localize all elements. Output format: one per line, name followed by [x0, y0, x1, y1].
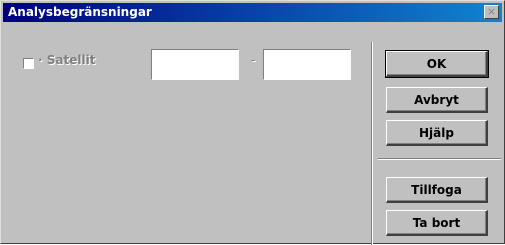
add-button[interactable]: Tillfoga: [386, 177, 488, 203]
range-to-field[interactable]: [263, 49, 351, 80]
ok-button[interactable]: OK: [385, 50, 489, 78]
remove-button[interactable]: Ta bort: [386, 210, 488, 236]
range-from-field[interactable]: [151, 49, 239, 80]
cancel-button[interactable]: Avbryt: [386, 87, 488, 113]
satellit-checkbox[interactable]: [23, 58, 34, 69]
vertical-divider-highlight: [372, 42, 373, 245]
dialog-window: Analysbegränsningar × · Satellit - OK Av…: [0, 0, 505, 245]
help-button[interactable]: Hjälp: [386, 120, 488, 146]
button-group-divider-highlight: [378, 159, 501, 160]
title-bar[interactable]: Analysbegränsningar ×: [3, 3, 502, 22]
satellit-label: · Satellit: [38, 53, 96, 67]
close-icon[interactable]: ×: [484, 5, 499, 19]
range-separator: -: [251, 53, 256, 67]
window-title: Analysbegränsningar: [8, 5, 152, 19]
